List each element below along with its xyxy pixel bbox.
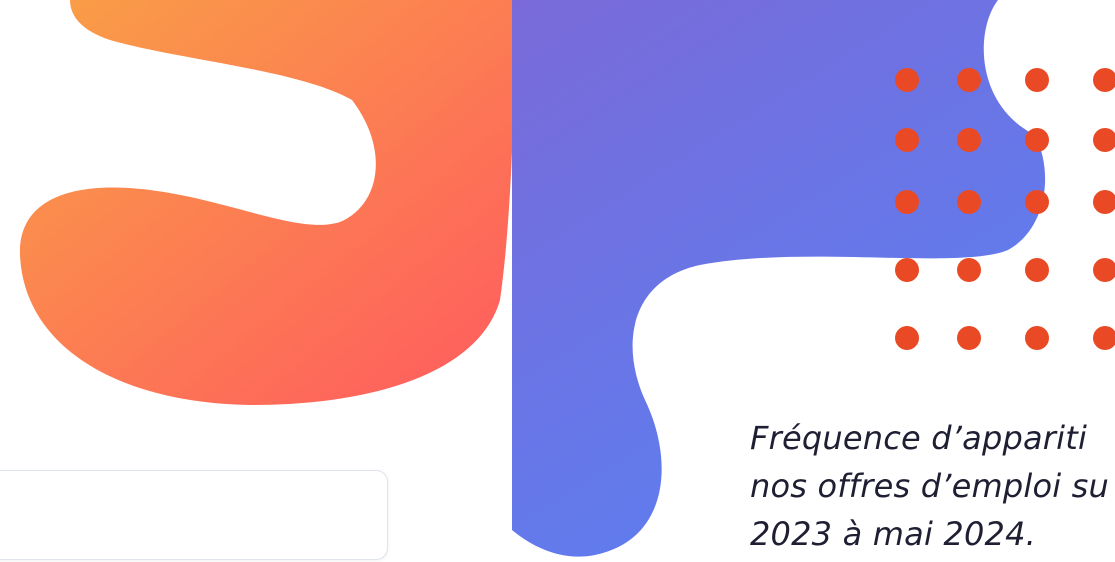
caption-line-1: Fréquence d’appariti: [750, 419, 1088, 457]
caption-line-3: 2023 à mai 2024.: [750, 515, 1037, 553]
caption-line-2: nos offres d’emploi su: [750, 467, 1110, 505]
page-canvas: Fréquence d’appariti nos offres d’emploi…: [0, 0, 1115, 562]
chart-caption: Fréquence d’appariti nos offres d’emploi…: [750, 414, 1115, 558]
search-input[interactable]: [0, 470, 388, 560]
orange-blob: [19, 0, 516, 405]
